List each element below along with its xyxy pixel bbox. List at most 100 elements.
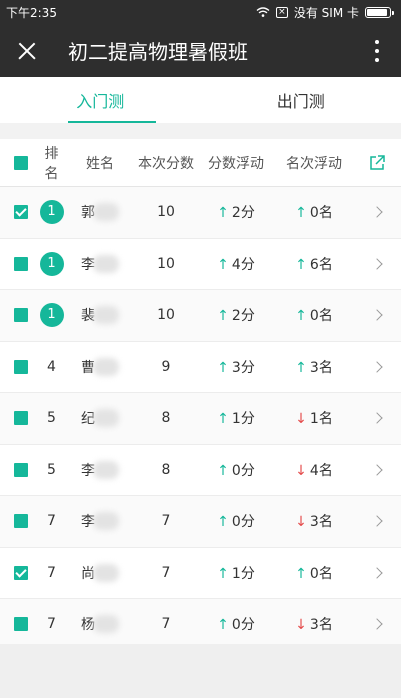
row-checkbox[interactable]	[13, 617, 28, 632]
chevron-right-icon[interactable]	[371, 618, 383, 630]
more-options-icon[interactable]	[367, 38, 387, 64]
name-redaction	[93, 306, 119, 325]
status-icons: × 没有 SIM 卡	[256, 4, 394, 21]
score-value: 10	[157, 307, 175, 324]
close-icon[interactable]	[14, 38, 40, 64]
rank-delta-value: 0名	[309, 205, 333, 222]
score-delta-value: 1分	[231, 411, 255, 428]
rank-arrow-icon: ↓	[295, 514, 307, 531]
status-bar: 下午2:35 × 没有 SIM 卡	[0, 0, 401, 24]
score-value: 10	[157, 255, 175, 272]
header-score-delta: 分数浮动	[208, 155, 264, 172]
rank-delta-value: 3名	[309, 359, 333, 376]
rank-delta-value: 3名	[309, 617, 333, 634]
app-bar: 初二提高物理暑假班	[0, 24, 401, 77]
rank-arrow-icon: ↓	[295, 411, 307, 428]
table-row[interactable]: 1 裴 10 ↑ 2分 ↑ 0名	[0, 290, 401, 342]
score-arrow-icon: ↑	[217, 462, 229, 479]
rank-value: 4	[47, 358, 56, 375]
table-row[interactable]: 1 李 10 ↑ 4分 ↑ 6名	[0, 238, 401, 290]
no-sim-icon: ×	[275, 6, 288, 18]
header-rank-delta: 名次浮动	[286, 155, 342, 172]
name-redaction	[93, 357, 119, 376]
score-arrow-icon: ↑	[217, 617, 229, 634]
score-arrow-icon: ↑	[217, 514, 229, 531]
battery-icon	[365, 6, 394, 18]
score-delta-value: 4分	[231, 256, 255, 273]
rank-delta-value: 0名	[309, 308, 333, 325]
select-all-checkbox[interactable]	[13, 155, 28, 170]
rank-value: 7	[47, 564, 56, 581]
chevron-right-icon[interactable]	[371, 515, 383, 527]
table-row[interactable]: 1 郭 10 ↑ 2分 ↑ 0名	[0, 187, 401, 239]
rank-arrow-icon: ↑	[295, 565, 307, 582]
score-value: 8	[161, 461, 171, 478]
rank-badge: 1	[39, 200, 64, 225]
carrier-text: 没有 SIM 卡	[293, 5, 359, 20]
row-checkbox[interactable]	[13, 514, 28, 529]
name-redaction	[93, 203, 119, 222]
row-checkbox[interactable]	[13, 565, 28, 580]
row-checkbox[interactable]	[13, 205, 28, 220]
score-arrow-icon: ↑	[217, 256, 229, 273]
chevron-right-icon[interactable]	[371, 412, 383, 424]
name-redaction	[93, 409, 119, 428]
table-row[interactable]: 5 李 8 ↑ 0分 ↓ 4名	[0, 444, 401, 496]
score-arrow-icon: ↑	[217, 411, 229, 428]
rank-value: 7	[47, 616, 56, 633]
table-header: 排名 姓名 本次分数 分数浮动 名次浮动	[0, 139, 401, 187]
header-score: 本次分数	[138, 155, 194, 172]
bottom-area	[0, 644, 401, 698]
rank-delta-value: 6名	[309, 256, 333, 273]
name-redaction	[93, 254, 119, 273]
tab-post-test[interactable]: 出门测	[201, 77, 401, 123]
score-delta-value: 0分	[231, 514, 255, 531]
table-body: 1 郭 10 ↑ 2分 ↑ 0名 1 李 10 ↑ 4分 ↑ 6名 1 裴 10 ↑ 2分…	[0, 187, 401, 651]
chevron-right-icon[interactable]	[371, 567, 383, 579]
score-value: 8	[161, 410, 171, 427]
rank-delta-value: 4名	[309, 462, 333, 479]
score-value: 7	[161, 616, 171, 633]
score-delta-value: 3分	[231, 359, 255, 376]
page-title: 初二提高物理暑假班	[68, 40, 248, 64]
row-checkbox[interactable]	[13, 359, 28, 374]
name-redaction	[93, 615, 119, 634]
row-checkbox[interactable]	[13, 411, 28, 426]
header-rank: 排名	[44, 145, 59, 182]
table-row[interactable]: 4 曹 9 ↑ 3分 ↑ 3名	[0, 341, 401, 393]
tab-pre-test[interactable]: 入门测	[0, 77, 201, 123]
chevron-right-icon[interactable]	[371, 464, 383, 476]
table-row[interactable]: 7 李 7 ↑ 0分 ↓ 3名	[0, 496, 401, 548]
chevron-right-icon[interactable]	[371, 206, 383, 218]
score-delta-value: 0分	[231, 462, 255, 479]
score-arrow-icon: ↑	[217, 565, 229, 582]
row-checkbox[interactable]	[13, 462, 28, 477]
wifi-icon	[256, 7, 270, 17]
row-checkbox[interactable]	[13, 256, 28, 271]
rank-badge: 1	[39, 303, 64, 328]
name-redaction	[93, 460, 119, 479]
table-row[interactable]: 7 尚 7 ↑ 1分 ↑ 0名	[0, 547, 401, 599]
chevron-right-icon[interactable]	[371, 309, 383, 321]
score-delta-value: 1分	[231, 565, 255, 582]
score-arrow-icon: ↑	[217, 359, 229, 376]
battery-level	[367, 8, 388, 16]
rank-arrow-icon: ↑	[295, 308, 307, 325]
export-icon[interactable]	[368, 154, 386, 172]
rank-delta-value: 3名	[309, 514, 333, 531]
name-redaction	[93, 563, 119, 582]
rank-arrow-icon: ↑	[295, 359, 307, 376]
status-time: 下午2:35	[6, 5, 57, 20]
rank-badge: 1	[39, 251, 64, 276]
score-value: 10	[157, 204, 175, 221]
table-row[interactable]: 7 杨 7 ↑ 0分 ↓ 3名	[0, 599, 401, 651]
score-arrow-icon: ↑	[217, 205, 229, 222]
chevron-right-icon[interactable]	[371, 258, 383, 270]
rank-value: 5	[47, 461, 56, 478]
chevron-right-icon[interactable]	[371, 361, 383, 373]
table-row[interactable]: 5 纪 8 ↑ 1分 ↓ 1名	[0, 393, 401, 445]
rank-arrow-icon: ↑	[295, 256, 307, 273]
rank-value: 5	[47, 410, 56, 427]
score-value: 7	[161, 564, 171, 581]
row-checkbox[interactable]	[13, 308, 28, 323]
